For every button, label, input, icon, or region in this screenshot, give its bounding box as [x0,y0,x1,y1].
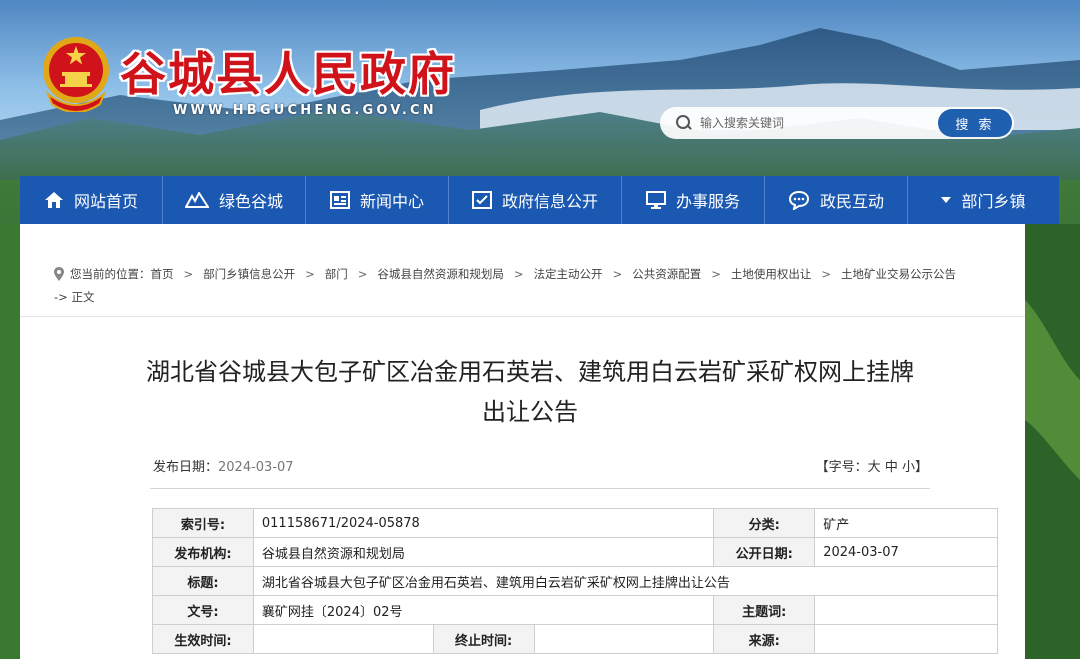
breadcrumb-link[interactable]: 首页 [151,267,174,281]
search-icon [676,115,692,131]
site-url: WWW.HBGUCHENG.GOV.CN [173,103,437,118]
source-label: 来源: [713,624,816,654]
public-date-label: 公开日期: [713,537,816,567]
subject-label: 主题词: [713,595,816,625]
table-row: 标题: 湖北省谷城县大包子矿区冶金用石英岩、建筑用白云岩矿采矿权网上挂牌出让公告 [152,566,999,596]
publisher-label: 发布机构: [152,537,254,567]
publish-date: 2024-03-07 [218,460,294,475]
nav-item-label: 办事服务 [675,192,740,211]
breadcrumb-link[interactable]: 部门 [325,267,348,281]
breadcrumb-link[interactable]: 谷城县自然资源和规划局 [377,267,504,281]
nav-item-interaction[interactable]: 政民互动 [765,176,908,224]
search-button[interactable]: 搜 索 [938,109,1012,137]
breadcrumb-link[interactable]: 土地使用权出让 [731,267,812,281]
nav-item-label: 绿色谷城 [218,192,283,211]
font-size-medium-button[interactable]: 中 [885,460,898,475]
article-meta: 发布日期：2024-03-07 【字号：大 中 小】 [153,456,928,482]
breadcrumb: 您当前的位置：首页 > 部门乡镇信息公开 > 部门 > 谷城县自然资源和规划局 > 法定主动公开… [54,267,956,304]
nav-item-news[interactable]: 新闻中心 [306,176,449,224]
font-size-large-button[interactable]: 大 [868,460,881,475]
breadcrumb-link[interactable]: 土地矿业交易公示公告 [841,267,956,281]
nav-item-home[interactable]: 网站首页 [20,176,163,224]
subject-value [814,595,998,625]
divider [20,316,1025,317]
breadcrumb-link[interactable]: 法定主动公开 [534,267,603,281]
table-row: 文号: 襄矿网挂〔2024〕02号 主题词: [152,595,998,625]
nav-item-departments[interactable]: 部门乡镇 [908,176,1059,224]
nav-item-label: 部门乡镇 [961,192,1026,211]
table-row: 生效时间: 终止时间: 来源: [152,624,998,654]
font-size-label: 【字号： [815,460,868,475]
docno-value: 襄矿网挂〔2024〕02号 [252,595,715,625]
search-bar: 搜 索 [660,107,1014,139]
national-emblem-icon [40,34,112,113]
category-label: 分类: [713,508,816,538]
info-check-icon [471,191,492,209]
title-value: 湖北省谷城县大包子矿区冶金用石英岩、建筑用白云岩矿采矿权网上挂牌出让公告 [252,566,999,596]
nav-item-gov-info[interactable]: 政府信息公开 [449,176,622,224]
publish-date-label: 发布日期： [153,460,219,475]
breadcrumb-link[interactable]: 部门乡镇信息公开 [203,267,295,281]
breadcrumb-link[interactable]: 公共资源配置 [632,267,701,281]
font-size-close: 】 [914,460,928,475]
monitor-icon [645,191,666,209]
public-date-value: 2024-03-07 [814,537,998,567]
site-title[interactable]: 谷城县人民政府 [120,38,456,104]
end-time-label: 终止时间: [432,624,535,654]
info-table: 索引号: 011158671/2024-05878 分类: 矿产 发布机构: 谷… [152,508,999,654]
effective-label: 生效时间: [152,624,254,654]
breadcrumb-prefix: 您当前的位置： [70,267,151,281]
breadcrumb-current: -> 正文 [54,290,95,304]
nav-item-label: 新闻中心 [359,192,424,211]
chat-icon [788,190,810,210]
nav-item-label: 政府信息公开 [501,192,598,211]
nav-item-green-gucheng[interactable]: 绿色谷城 [163,176,306,224]
effective-value [252,624,434,654]
main-nav: 网站首页 绿色谷城 新闻中心 政府信息公开 办事服务 政民互动 部门乡镇 [20,176,1059,224]
table-row: 发布机构: 谷城县自然资源和规划局 公开日期: 2024-03-07 [152,537,998,567]
nav-item-label: 政民互动 [819,192,884,211]
article-title: 湖北省谷城县大包子矿区冶金用石英岩、建筑用白云岩矿采矿权网上挂牌出让公告 [146,358,914,426]
nav-item-label: 网站首页 [73,192,138,211]
nav-item-services[interactable]: 办事服务 [622,176,765,224]
index-label: 索引号: [152,508,254,538]
index-value: 011158671/2024-05878 [252,508,715,538]
mountain-icon [184,192,209,208]
font-size-switcher: 【字号：大 中 小】 [816,456,928,475]
table-row: 索引号: 011158671/2024-05878 分类: 矿产 [152,508,998,538]
content-panel: 您当前的位置：首页 > 部门乡镇信息公开 > 部门 > 谷城县自然资源和规划局 > 法定主动公开… [20,224,1025,659]
title-label: 标题: [152,566,254,596]
divider [150,488,930,489]
docno-label: 文号: [152,595,254,625]
newspaper-icon [329,191,350,209]
caret-down-icon [941,197,952,203]
location-pin-icon [54,267,64,287]
search-input[interactable] [700,116,930,130]
category-value: 矿产 [814,508,998,538]
font-size-small-button[interactable]: 小 [902,460,915,475]
source-value [814,624,998,654]
home-icon [44,191,64,209]
publisher-value: 谷城县自然资源和规划局 [252,537,715,567]
end-time-value [533,624,715,654]
